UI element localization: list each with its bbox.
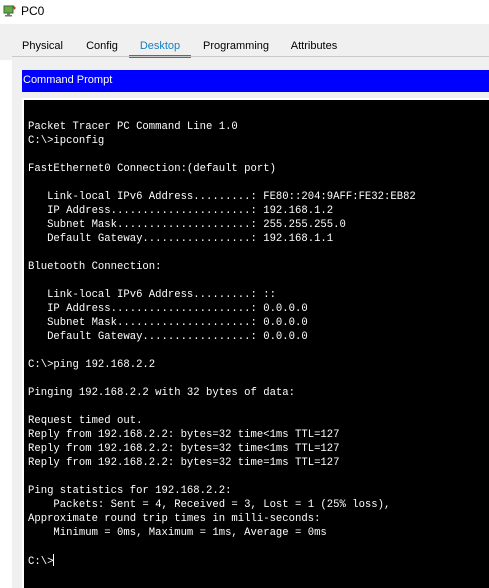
title-bar: PC0 <box>0 0 489 24</box>
terminal-line-text: C:\>ipconfig <box>28 135 105 147</box>
terminal-line: C:\>ping 192.168.2.2 <box>28 358 416 372</box>
terminal-line: Default Gateway.................: 192.16… <box>28 232 416 246</box>
terminal-line-text: Reply from 192.168.2.2: bytes=32 time<1m… <box>28 443 340 455</box>
terminal-line: FastEthernet0 Connection:(default port) <box>28 162 416 176</box>
terminal-line-text: Reply from 192.168.2.2: bytes=32 time=1m… <box>28 457 340 469</box>
terminal-line-text: Default Gateway.................: 192.16… <box>28 233 334 245</box>
tab-label: Programming <box>203 40 270 52</box>
terminal-line: Link-local IPv6 Address.........: FE80::… <box>28 190 416 204</box>
terminal-line: Reply from 192.168.2.2: bytes=32 time=1m… <box>28 456 416 470</box>
terminal-line-text: Default Gateway.................: 0.0.0.… <box>28 331 308 343</box>
terminal-line: Bluetooth Connection: <box>28 260 416 274</box>
terminal-line-text: Ping statistics for 192.168.2.2: <box>28 485 232 497</box>
terminal-line: Request timed out. <box>28 414 416 428</box>
terminal-line: Reply from 192.168.2.2: bytes=32 time<1m… <box>28 428 416 442</box>
terminal-line-text: Approximate round trip times in milli-se… <box>28 513 321 525</box>
tab-config[interactable]: Config <box>86 38 118 58</box>
tab-attributes[interactable]: Attributes <box>289 38 339 58</box>
terminal-output: Packet Tracer PC Command Line 1.0 C:\>ipc… <box>28 120 416 568</box>
tab-strip: Physical Config Desktop Programming Attr… <box>0 24 489 60</box>
command-prompt-header: Command Prompt <box>22 70 489 92</box>
terminal-line: C:\> <box>28 554 416 568</box>
terminal-line-text: Minimum = 0ms, Maximum = 1ms, Average = … <box>28 527 327 539</box>
terminal-line-text: IP Address......................: 192.16… <box>28 205 334 217</box>
tab-desktop[interactable]: Desktop <box>129 38 191 58</box>
terminal-line: IP Address......................: 192.16… <box>28 204 416 218</box>
terminal-line: IP Address......................: 0.0.0.… <box>28 302 416 316</box>
tab-divider <box>12 56 489 57</box>
terminal-line: Minimum = 0ms, Maximum = 1ms, Average = … <box>28 526 416 540</box>
command-prompt-terminal[interactable]: Packet Tracer PC Command Line 1.0 C:\>ipc… <box>24 100 489 588</box>
terminal-line-text: Subnet Mask.....................: 0.0.0.… <box>28 317 308 329</box>
tab-physical[interactable]: Physical <box>22 38 63 58</box>
window-title: PC0 <box>21 4 45 18</box>
tab-label: Desktop <box>139 40 181 52</box>
terminal-line-text: IP Address......................: 0.0.0.… <box>28 303 308 315</box>
terminal-line-text: Link-local IPv6 Address.........: :: <box>28 289 276 301</box>
terminal-line-text: Subnet Mask.....................: 255.25… <box>28 219 346 231</box>
terminal-line-text: C:\> <box>28 556 54 568</box>
terminal-line-text: Link-local IPv6 Address.........: FE80::… <box>28 191 416 203</box>
tab-programming[interactable]: Programming <box>203 38 270 58</box>
terminal-line: Link-local IPv6 Address.........: :: <box>28 288 416 302</box>
terminal-line: Approximate round trip times in milli-se… <box>28 512 416 526</box>
terminal-line: Subnet Mask.....................: 0.0.0.… <box>28 316 416 330</box>
text-cursor <box>53 554 55 566</box>
terminal-line: Subnet Mask.....................: 255.25… <box>28 218 416 232</box>
terminal-line-text: FastEthernet0 Connection:(default port) <box>28 163 276 175</box>
terminal-line: Ping statistics for 192.168.2.2: <box>28 484 416 498</box>
tab-label: Attributes <box>290 40 338 52</box>
terminal-line: Packets: Sent = 4, Received = 3, Lost = … <box>28 498 416 512</box>
command-prompt-title: Command Prompt <box>23 74 113 86</box>
terminal-line-text: Reply from 192.168.2.2: bytes=32 time<1m… <box>28 429 340 441</box>
pc-app-icon <box>3 5 16 17</box>
terminal-line-text: C:\>ping 192.168.2.2 <box>28 359 156 371</box>
terminal-line: Reply from 192.168.2.2: bytes=32 time<1m… <box>28 442 416 456</box>
terminal-line-text: Pinging 192.168.2.2 with 32 bytes of dat… <box>28 387 296 399</box>
terminal-line-text: Packets: Sent = 4, Received = 3, Lost = … <box>28 499 391 511</box>
terminal-line-text: Packet Tracer PC Command Line 1.0 <box>28 121 238 133</box>
terminal-line: Pinging 192.168.2.2 with 32 bytes of dat… <box>28 386 416 400</box>
terminal-line-text: Request timed out. <box>28 415 143 427</box>
terminal-line-text: Bluetooth Connection: <box>28 261 162 273</box>
terminal-line: Packet Tracer PC Command Line 1.0 <box>28 120 416 134</box>
terminal-line: Default Gateway.................: 0.0.0.… <box>28 330 416 344</box>
tab-label: Config <box>86 40 118 52</box>
tab-label: Physical <box>22 40 63 52</box>
terminal-line: C:\>ipconfig <box>28 134 416 148</box>
